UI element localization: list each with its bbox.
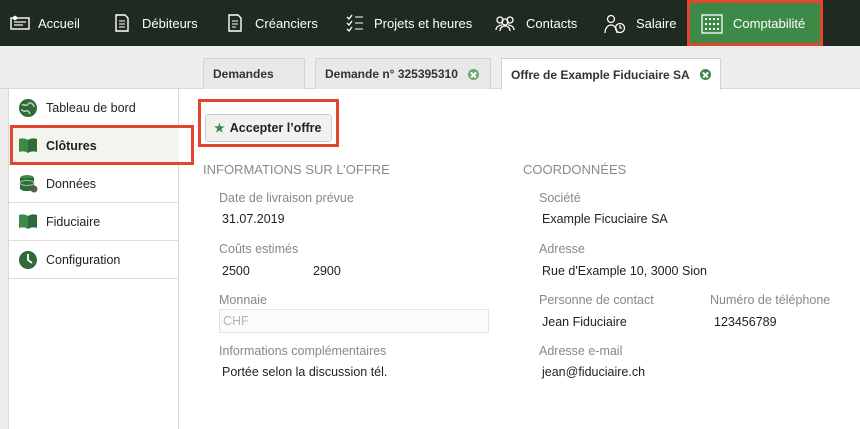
tab-offre[interactable]: Offre de Example Fiduciaire SA	[501, 58, 721, 90]
tab-label: Demande n° 325395310	[325, 67, 458, 81]
nav-item-comptabilite[interactable]: Comptabilité	[690, 0, 820, 46]
phone-value: 123456789	[714, 315, 777, 329]
invoice-icon	[114, 14, 132, 32]
nav-item-creanciers[interactable]: Créanciers	[227, 0, 318, 46]
close-icon[interactable]	[699, 69, 711, 80]
nav-label: Comptabilité	[733, 15, 806, 31]
delivery-date-label: Date de livraison prévue	[219, 191, 354, 205]
tab-demandes[interactable]: Demandes	[203, 58, 305, 89]
accept-offer-label: Accepter l’offre	[229, 121, 322, 135]
top-navigation: Accueil Débiteurs Créanciers Projets et …	[0, 0, 860, 46]
sidebar-item-configuration[interactable]: Configuration	[9, 241, 179, 279]
sidebar-item-fiduciaire[interactable]: Fiduciaire	[9, 203, 179, 241]
close-icon[interactable]	[467, 68, 479, 80]
currency-label: Monnaie	[219, 293, 267, 307]
home-icon	[10, 14, 30, 32]
sidebar: Tableau de bord Clôtures Données Fiducia…	[8, 89, 179, 429]
delivery-date-value: 31.07.2019	[222, 212, 285, 226]
nav-item-projets[interactable]: Projets et heures	[346, 0, 472, 46]
sidebar-item-donnees[interactable]: Données	[9, 165, 179, 203]
sidebar-item-clotures[interactable]: Clôtures	[9, 127, 179, 165]
book-icon	[18, 212, 38, 232]
contact-info-title: COORDONNÉES	[523, 162, 627, 177]
star-icon: ★	[214, 121, 225, 135]
book-icon	[18, 136, 38, 156]
dashboard-globe-icon	[18, 98, 38, 118]
accept-offer-button[interactable]: ★ Accepter l’offre	[205, 114, 332, 142]
nav-item-debiteurs[interactable]: Débiteurs	[114, 0, 198, 46]
nav-item-accueil[interactable]: Accueil	[10, 0, 80, 46]
nav-item-contacts[interactable]: Contacts	[494, 0, 577, 46]
estimated-cost-min: 2500	[222, 264, 250, 278]
nav-label: Débiteurs	[142, 15, 198, 31]
sidebar-item-tableau-de-bord[interactable]: Tableau de bord	[9, 89, 179, 127]
extra-info-label: Informations complémentaires	[219, 344, 387, 358]
sidebar-item-label: Données	[46, 176, 97, 191]
accounting-icon	[701, 14, 723, 34]
nav-label: Contacts	[526, 15, 578, 31]
nav-label: Accueil	[38, 15, 80, 31]
company-label: Société	[539, 191, 581, 205]
offer-info-title: INFORMATIONS SUR L’OFFRE	[203, 162, 390, 177]
tab-label: Demandes	[213, 67, 274, 81]
checklist-icon	[346, 14, 364, 32]
clock-icon	[18, 250, 38, 270]
sidebar-item-label: Tableau de bord	[46, 100, 136, 115]
people-icon	[494, 14, 516, 32]
email-label: Adresse e-mail	[539, 344, 623, 358]
salary-icon	[604, 14, 626, 34]
nav-label: Projets et heures	[374, 15, 473, 31]
company-value: Example Ficuciaire SA	[542, 212, 668, 226]
phone-label: Numéro de téléphone	[710, 293, 831, 307]
contact-person-label: Personne de contact	[539, 293, 654, 307]
estimated-cost-max: 2900	[313, 264, 341, 278]
nav-item-salaire[interactable]: Salaire	[604, 0, 676, 46]
tab-label: Offre de Example Fiduciaire SA	[511, 67, 690, 82]
sidebar-item-label: Fiduciaire	[46, 214, 101, 229]
sidebar-item-label: Configuration	[46, 252, 121, 267]
contact-person-value: Jean Fiduciaire	[542, 315, 627, 329]
estimated-cost-label: Coûts estimés	[219, 242, 299, 256]
nav-label: Salaire	[636, 15, 677, 31]
tab-bar: Demandes Demande n° 325395310 Offre de E…	[0, 46, 860, 90]
document-icon	[227, 14, 245, 32]
address-value: Rue d'Example 10, 3000 Sion	[542, 264, 707, 278]
tab-demande-detail[interactable]: Demande n° 325395310	[315, 58, 491, 89]
email-value: jean@fiduciaire.ch	[542, 365, 646, 379]
address-label: Adresse	[539, 242, 585, 256]
database-icon	[18, 174, 38, 194]
currency-field: CHF	[219, 309, 489, 333]
nav-label: Créanciers	[255, 15, 318, 31]
extra-info-value: Portée selon la discussion tél.	[222, 365, 388, 379]
sidebar-item-label: Clôtures	[46, 138, 97, 153]
